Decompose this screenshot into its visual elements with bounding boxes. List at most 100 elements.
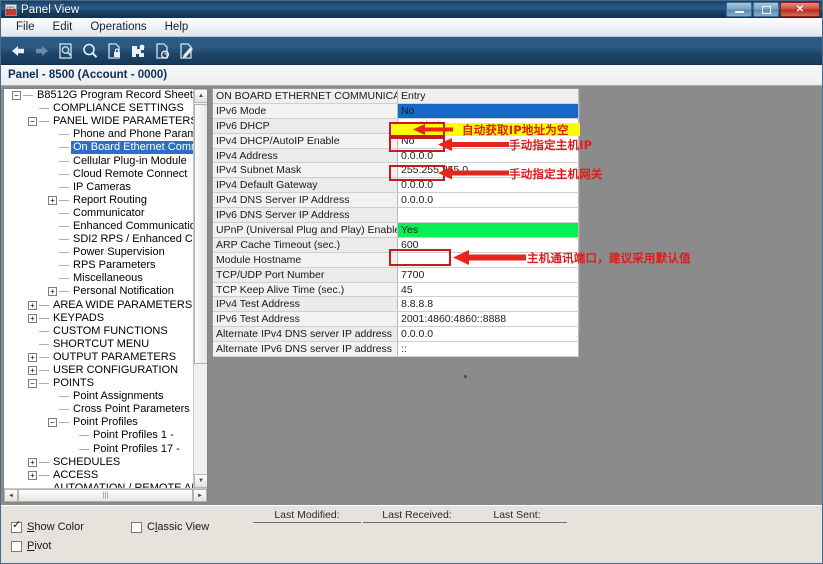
- tree-item[interactable]: Cellular Plug-in Module: [4, 154, 194, 167]
- tree-scroll-right-button[interactable]: ►: [193, 489, 207, 502]
- parameter-value-cell[interactable]: Yes: [398, 223, 579, 238]
- tree-vscroll-thumb[interactable]: [194, 104, 208, 364]
- table-row[interactable]: ARP Cache Timeout (sec.)600: [213, 237, 579, 252]
- parameter-value-cell[interactable]: 600: [398, 237, 579, 252]
- magnifier-icon[interactable]: [78, 40, 102, 62]
- tree-collapse-icon[interactable]: −: [48, 418, 57, 427]
- page-edit-icon[interactable]: [174, 40, 198, 62]
- table-row[interactable]: IPv6 Test Address2001:4860:4860::8888: [213, 312, 579, 327]
- parameter-value-cell[interactable]: [398, 252, 579, 267]
- table-row[interactable]: IPv4 Address0.0.0.0: [213, 148, 579, 163]
- tree-item[interactable]: +SCHEDULES: [4, 456, 194, 469]
- puzzle-settings-icon[interactable]: [126, 40, 150, 62]
- tree-expand-icon[interactable]: +: [48, 196, 57, 205]
- tree-collapse-icon[interactable]: −: [12, 91, 21, 100]
- parameter-value-cell[interactable]: 8.8.8.8: [398, 297, 579, 312]
- tree-hscroll-thumb[interactable]: |||: [18, 489, 193, 502]
- parameter-value-cell[interactable]: 0.0.0.0: [398, 327, 579, 342]
- minimize-button[interactable]: [726, 2, 752, 17]
- menu-help[interactable]: Help: [156, 20, 198, 34]
- tree-expand-icon[interactable]: +: [28, 353, 37, 362]
- table-row[interactable]: Alternate IPv6 DNS server IP address::: [213, 342, 579, 357]
- tree-item[interactable]: +Personal Notification: [4, 285, 194, 298]
- tree-expand-icon[interactable]: +: [28, 471, 37, 480]
- tree-item[interactable]: +OUTPUT PARAMETERS: [4, 351, 194, 364]
- tree-item[interactable]: Power Supervision: [4, 246, 194, 259]
- menu-operations[interactable]: Operations: [81, 20, 155, 34]
- parameter-value-cell[interactable]: 45: [398, 282, 579, 297]
- pivot-checkbox[interactable]: Pivot: [11, 540, 51, 552]
- table-row[interactable]: Alternate IPv4 DNS server IP address0.0.…: [213, 327, 579, 342]
- parameter-value-cell[interactable]: [398, 208, 579, 223]
- tree-item[interactable]: Point Assignments: [4, 390, 194, 403]
- tree-item[interactable]: Phone and Phone Param: [4, 128, 194, 141]
- parameter-value-cell[interactable]: 255.255.255.0: [398, 163, 579, 178]
- tree-item[interactable]: −POINTS: [4, 377, 194, 390]
- tree-expand-icon[interactable]: +: [28, 314, 37, 323]
- tree-item[interactable]: +AREA WIDE PARAMETERS: [4, 299, 194, 312]
- tree-item[interactable]: Communicator: [4, 207, 194, 220]
- table-row[interactable]: Module Hostname: [213, 252, 579, 267]
- tree-item[interactable]: Enhanced Communicatio: [4, 220, 194, 233]
- tree-expand-icon[interactable]: +: [28, 366, 37, 375]
- parameter-value-cell[interactable]: 0.0.0.0: [398, 178, 579, 193]
- parameter-value-cell[interactable]: No: [398, 103, 579, 118]
- forward-arrow-icon[interactable]: [30, 40, 54, 62]
- page-preview-icon[interactable]: [54, 40, 78, 62]
- tree-item[interactable]: +KEYPADS: [4, 312, 194, 325]
- tree-vertical-scrollbar[interactable]: ▲ ▼: [193, 89, 207, 488]
- tree-item[interactable]: SDI2 RPS / Enhanced C: [4, 233, 194, 246]
- parameter-value-cell[interactable]: 2001:4860:4860::8888: [398, 312, 579, 327]
- table-row[interactable]: TCP/UDP Port Number7700: [213, 267, 579, 282]
- page-clock-icon[interactable]: [150, 40, 174, 62]
- table-row[interactable]: IPv6 ModeNo: [213, 103, 579, 118]
- tree-item[interactable]: +Report Routing: [4, 194, 194, 207]
- tree-item[interactable]: −PANEL WIDE PARAMETERS: [4, 115, 194, 128]
- tree-item[interactable]: Cross Point Parameters: [4, 403, 194, 416]
- tree-scroll-up-button[interactable]: ▲: [194, 89, 208, 103]
- tree-item[interactable]: Point Profiles 1 -: [4, 429, 194, 442]
- tree-item[interactable]: CUSTOM FUNCTIONS: [4, 325, 194, 338]
- pivot-checkbox-box[interactable]: [11, 541, 22, 552]
- table-row[interactable]: IPv4 DNS Server IP Address0.0.0.0: [213, 193, 579, 208]
- tree-item[interactable]: +ACCESS: [4, 469, 194, 482]
- parameter-value-cell[interactable]: Enabled: [398, 118, 579, 133]
- table-row[interactable]: IPv4 DHCP/AutoIP EnableNo: [213, 133, 579, 148]
- close-window-button[interactable]: ✕: [780, 2, 820, 17]
- back-arrow-icon[interactable]: [6, 40, 30, 62]
- maximize-button[interactable]: [753, 2, 779, 17]
- parameter-value-cell[interactable]: ::: [398, 342, 579, 357]
- show-color-checkbox-box[interactable]: [11, 522, 22, 533]
- tree-item[interactable]: On Board Ethernet Comm: [4, 141, 194, 154]
- tree-item[interactable]: RPS Parameters: [4, 259, 194, 272]
- parameter-value-cell[interactable]: No: [398, 133, 579, 148]
- table-row[interactable]: UPnP (Universal Plug and Play) EnableYes: [213, 223, 579, 238]
- tree-scroll-left-button[interactable]: ◄: [4, 489, 18, 502]
- tree-expand-icon[interactable]: +: [28, 458, 37, 467]
- table-row[interactable]: IPv4 Subnet Mask255.255.255.0: [213, 163, 579, 178]
- parameter-value-cell[interactable]: 7700: [398, 267, 579, 282]
- table-row[interactable]: TCP Keep Alive Time (sec.)45: [213, 282, 579, 297]
- tree-item[interactable]: IP Cameras: [4, 181, 194, 194]
- parameter-value-cell[interactable]: 0.0.0.0: [398, 148, 579, 163]
- navigation-tree[interactable]: −B8512G Program Record SheetCOMPLIANCE S…: [3, 88, 208, 503]
- menu-edit[interactable]: Edit: [44, 20, 82, 34]
- parameter-grid[interactable]: ON BOARD ETHERNET COMMUNICATOREntryIPv6 …: [212, 88, 580, 332]
- show-color-checkbox[interactable]: Show Color: [11, 521, 84, 533]
- table-row[interactable]: IPv4 Default Gateway0.0.0.0: [213, 178, 579, 193]
- tree-item[interactable]: −B8512G Program Record Sheet: [4, 89, 194, 102]
- tree-item[interactable]: Point Profiles 17 -: [4, 443, 194, 456]
- tree-item[interactable]: SHORTCUT MENU: [4, 338, 194, 351]
- tree-expand-icon[interactable]: +: [48, 287, 57, 296]
- tree-item[interactable]: Miscellaneous: [4, 272, 194, 285]
- tree-scroll-down-button[interactable]: ▼: [194, 474, 208, 488]
- table-row[interactable]: IPv6 DNS Server IP Address: [213, 208, 579, 223]
- menu-file[interactable]: File: [7, 20, 44, 34]
- page-lock-icon[interactable]: [102, 40, 126, 62]
- parameter-value-cell[interactable]: 0.0.0.0: [398, 193, 579, 208]
- parameter-value-cell[interactable]: Entry: [398, 89, 579, 103]
- tree-expand-icon[interactable]: +: [28, 301, 37, 310]
- tree-item[interactable]: COMPLIANCE SETTINGS: [4, 102, 194, 115]
- table-row[interactable]: IPv4 Test Address8.8.8.8: [213, 297, 579, 312]
- classic-view-checkbox[interactable]: Classic View: [131, 521, 209, 533]
